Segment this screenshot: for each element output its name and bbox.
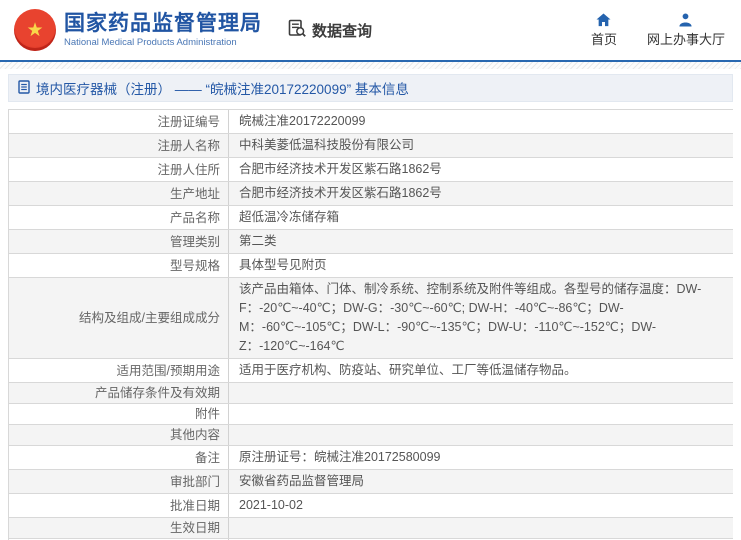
field-value: 合肥市经济技术开发区紫石路1862号: [228, 158, 733, 181]
document-icon: [18, 79, 30, 97]
field-value: 超低温冷冻储存箱: [228, 206, 733, 229]
table-row: 审批部门 安徽省药品监督管理局: [9, 470, 733, 494]
nav-home[interactable]: 首页: [590, 12, 617, 48]
field-value: 原注册证号：皖械注准20172580099: [228, 446, 733, 469]
field-label-text: 结构及组成/主要组成成分: [79, 311, 220, 325]
field-label: 备注: [9, 446, 228, 469]
table-row: 管理类别 第二类: [9, 230, 733, 254]
table-row: 产品储存条件及有效期: [9, 383, 733, 404]
field-label-text: 注册证编号: [157, 114, 220, 129]
page-title: 境内医疗器械（注册） —— “皖械注准20172220099” 基本信息: [36, 82, 409, 97]
table-row: 批准日期 2021-10-02: [9, 494, 733, 518]
field-label: 生产地址: [9, 182, 228, 205]
field-value: [228, 518, 733, 538]
table-row: 生效日期: [9, 518, 733, 539]
national-emblem-logo: ★: [14, 9, 56, 51]
site-subtitle: National Medical Products Administration: [64, 36, 237, 48]
table-row: 型号规格 具体型号见附页: [9, 254, 733, 278]
field-label: 管理类别: [9, 230, 228, 253]
nav-service-hall[interactable]: 网上办事大厅: [646, 12, 725, 48]
field-label: 型号规格: [9, 254, 228, 277]
site-title: 国家药品监督管理局: [64, 11, 262, 35]
field-label-text: 附件: [194, 407, 220, 421]
field-value: [228, 404, 733, 424]
table-row: 其他内容: [9, 425, 733, 446]
table-row: 备注 原注册证号：皖械注准20172580099: [9, 446, 733, 470]
table-row: 注册证编号 皖械注准20172220099: [9, 110, 733, 134]
field-value: 安徽省药品监督管理局: [228, 470, 733, 493]
hatched-strip: [0, 62, 741, 69]
user-icon: [678, 12, 693, 27]
field-label: 注册人住所: [9, 158, 228, 181]
table-row: 产品名称 超低温冷冻储存箱: [9, 206, 733, 230]
field-label-text: 管理类别: [169, 234, 220, 249]
field-value: 该产品由箱体、门体、制冷系统、控制系统及附件等组成。各型号的储存温度：DW-F：…: [228, 278, 733, 358]
table-row: 附件: [9, 404, 733, 425]
field-label-text: 注册人名称: [157, 138, 220, 153]
field-label-text: 产品储存条件及有效期: [94, 386, 220, 400]
field-label: 结构及组成/主要组成成分: [9, 278, 228, 358]
field-value: [228, 425, 733, 445]
field-label: 产品名称: [9, 206, 228, 229]
header-nav: 首页 网上办事大厅: [590, 12, 729, 48]
field-label-text: 生效日期: [169, 521, 220, 535]
table-row: 结构及组成/主要组成成分 该产品由箱体、门体、制冷系统、控制系统及附件等组成。各…: [9, 278, 733, 359]
field-label-text: 型号规格: [169, 258, 220, 273]
table-row: 注册人住所 合肥市经济技术开发区紫石路1862号: [9, 158, 733, 182]
main-content: 境内医疗器械（注册） —— “皖械注准20172220099” 基本信息 注册证…: [8, 74, 733, 540]
field-label: 附件: [9, 404, 228, 424]
field-label: 批准日期: [9, 494, 228, 517]
table-row: 生产地址 合肥市经济技术开发区紫石路1862号: [9, 182, 733, 206]
field-value: [228, 383, 733, 403]
field-value: 合肥市经济技术开发区紫石路1862号: [228, 182, 733, 205]
field-label-text: 批准日期: [169, 498, 220, 513]
field-label-text: 适用范围/预期用途: [116, 363, 220, 378]
field-label: 审批部门: [9, 470, 228, 493]
field-value: 中科美菱低温科技股份有限公司: [228, 134, 733, 157]
data-query-label: 数据查询: [312, 22, 373, 40]
page-title-bar: 境内医疗器械（注册） —— “皖械注准20172220099” 基本信息: [8, 74, 733, 102]
site-header: ★ 国家药品监督管理局 National Medical Products Ad…: [0, 0, 741, 60]
field-label: 适用范围/预期用途: [9, 359, 228, 382]
nav-service-hall-label: 网上办事大厅: [646, 31, 725, 47]
document-search-icon: [288, 19, 307, 42]
field-label-text: 产品名称: [169, 210, 220, 225]
table-row: 注册人名称 中科美菱低温科技股份有限公司: [9, 134, 733, 158]
nav-home-label: 首页: [590, 31, 617, 47]
field-label-text: 注册人住所: [157, 162, 220, 177]
field-label: 其他内容: [9, 425, 228, 445]
field-label-text: 其他内容: [169, 428, 220, 442]
info-table: 注册证编号 皖械注准20172220099 注册人名称 中科美菱低温科技股份有限…: [8, 109, 733, 540]
field-label-text: 备注: [194, 450, 220, 465]
field-value: 2021-10-02: [228, 494, 733, 517]
field-label: 生效日期: [9, 518, 228, 538]
field-label: 产品储存条件及有效期: [9, 383, 228, 403]
field-value: 第二类: [228, 230, 733, 253]
home-icon: [596, 12, 611, 27]
table-row: 适用范围/预期用途 适用于医疗机构、防疫站、研究单位、工厂等低温储存物品。: [9, 359, 733, 383]
field-value: 适用于医疗机构、防疫站、研究单位、工厂等低温储存物品。: [228, 359, 733, 382]
field-label-text: 审批部门: [169, 474, 220, 489]
brand-block: 国家药品监督管理局 National Medical Products Admi…: [64, 12, 262, 49]
field-value: 皖械注准20172220099: [228, 110, 733, 133]
field-value: 具体型号见附页: [228, 254, 733, 277]
data-query-button[interactable]: 数据查询: [288, 19, 372, 42]
field-label: 注册人名称: [9, 134, 228, 157]
field-label: 注册证编号: [9, 110, 228, 133]
field-label-text: 生产地址: [169, 186, 220, 201]
